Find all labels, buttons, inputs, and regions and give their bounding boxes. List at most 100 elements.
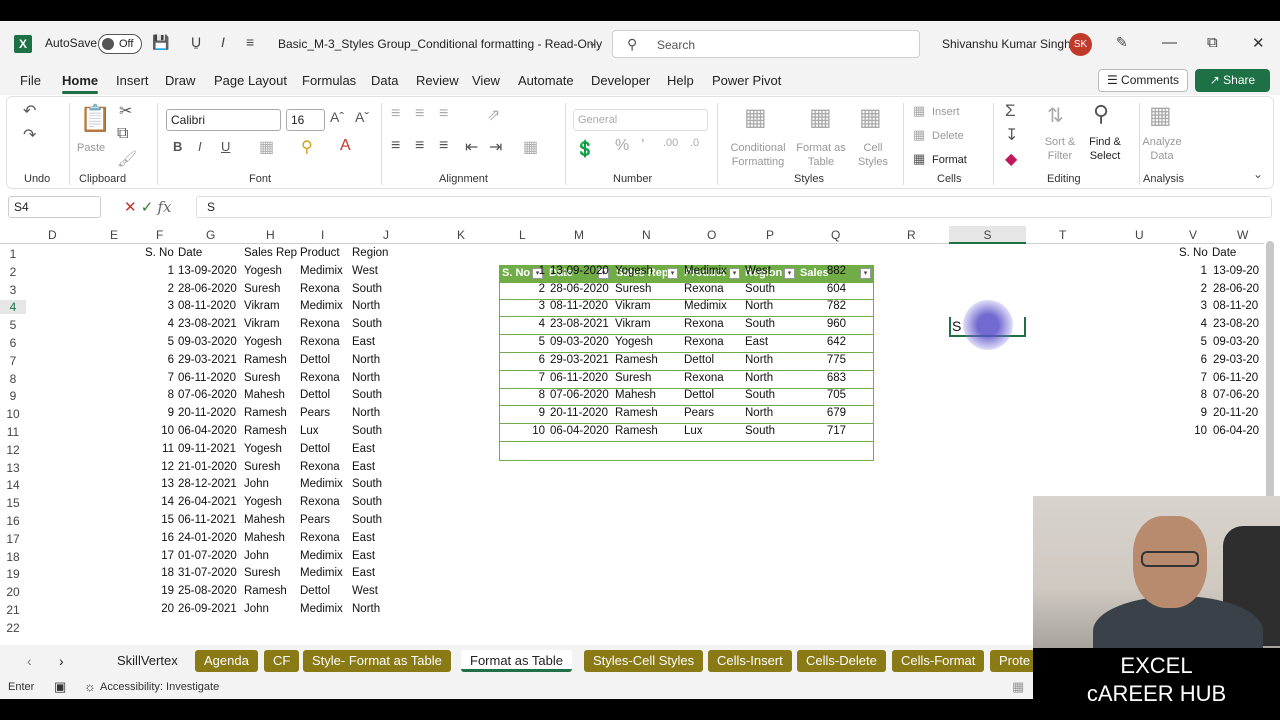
table-cell[interactable]: 7 — [515, 372, 545, 384]
sort-filter-icon[interactable]: ⇅ — [1047, 103, 1064, 128]
column-header[interactable]: I — [321, 228, 324, 242]
format-label[interactable]: Format — [932, 153, 967, 167]
data-cell[interactable]: Suresh — [244, 567, 280, 579]
menu-help[interactable]: Help — [667, 73, 694, 88]
data-cell[interactable]: Rexona — [300, 532, 340, 544]
data-cell[interactable]: South — [352, 496, 382, 508]
collapse-ribbon-icon[interactable]: ⌄ — [1253, 167, 1263, 181]
menu-home[interactable]: Home — [62, 73, 98, 88]
row-header[interactable]: 11 — [0, 425, 26, 439]
data-cell[interactable]: North — [352, 603, 380, 615]
data-cell[interactable]: Medimix — [300, 550, 343, 562]
scroll-tabs-right-icon[interactable]: › — [50, 650, 73, 672]
table-cell[interactable]: Dettol — [684, 354, 714, 366]
menu-review[interactable]: Review — [416, 73, 459, 88]
table-cell[interactable]: South — [745, 318, 775, 330]
data-cell[interactable]: 8 — [150, 389, 174, 401]
table-cell[interactable]: Rexona — [684, 336, 724, 348]
data-cell[interactable]: West — [352, 265, 378, 277]
row-header[interactable]: 12 — [0, 443, 26, 457]
table-cell[interactable]: 683 — [800, 372, 846, 384]
fill-color-icon[interactable]: ⚲ — [301, 137, 313, 157]
data-cell[interactable]: 6 — [150, 354, 174, 366]
data-cell[interactable]: Pears — [300, 407, 330, 419]
data-cell[interactable]: 21-01-2020 — [178, 461, 237, 473]
data-cell[interactable]: Lux — [300, 425, 319, 437]
data-cell[interactable]: 9 — [1180, 407, 1207, 419]
row-header[interactable]: 15 — [0, 496, 26, 510]
table-cell[interactable]: 5 — [515, 336, 545, 348]
menu-power-pivot[interactable]: Power Pivot — [712, 73, 781, 88]
data-cell[interactable]: West — [352, 585, 378, 597]
table-cell[interactable]: 2 — [515, 283, 545, 295]
column-label[interactable]: Product — [300, 247, 340, 259]
menu-page-layout[interactable]: Page Layout — [214, 73, 287, 88]
table-cell[interactable]: Suresh — [615, 283, 651, 295]
data-cell[interactable]: Medimix — [300, 478, 343, 490]
data-cell[interactable]: Yogesh — [244, 443, 282, 455]
table-cell[interactable]: 23-08-2021 — [550, 318, 609, 330]
data-cell[interactable]: East — [352, 532, 375, 544]
italic-ribbon-icon[interactable]: I — [198, 139, 202, 154]
table-cell[interactable]: North — [745, 372, 773, 384]
font-size-select[interactable]: 16 — [286, 109, 325, 131]
underline-ribbon-icon[interactable]: U — [221, 139, 230, 154]
row-header[interactable]: 20 — [0, 585, 26, 599]
table-cell[interactable]: Dettol — [684, 389, 714, 401]
analyze-data-label[interactable]: Analyze Data — [1141, 135, 1183, 163]
analyze-data-icon[interactable]: ▦ — [1149, 101, 1172, 130]
column-header[interactable]: F — [156, 228, 163, 242]
table-cell[interactable]: 08-11-2020 — [550, 300, 608, 312]
data-cell[interactable]: Ramesh — [244, 585, 287, 597]
data-cell[interactable]: Rexona — [300, 372, 340, 384]
redo-icon[interactable]: ↷ — [23, 125, 36, 145]
search-box[interactable]: ⚲ Search — [612, 30, 920, 58]
data-cell[interactable]: 13-09-2020 — [178, 265, 237, 277]
fill-icon[interactable]: ↧ — [1005, 125, 1018, 145]
data-cell[interactable]: 2 — [1180, 283, 1207, 295]
data-cell[interactable]: 13 — [150, 478, 174, 490]
accessibility-icon[interactable]: ☼ — [84, 679, 96, 694]
data-cell[interactable]: 7 — [1180, 372, 1207, 384]
bold-icon[interactable]: B — [173, 139, 182, 154]
increase-font-icon[interactable]: Aˆ — [330, 109, 344, 125]
chevron-down-icon[interactable]: ⌄ — [588, 36, 597, 49]
data-cell[interactable]: Rexona — [300, 318, 340, 330]
data-cell[interactable]: South — [352, 478, 382, 490]
column-header[interactable]: W — [1237, 228, 1248, 242]
sheet-tab[interactable]: Agenda — [195, 650, 258, 672]
table-cell[interactable]: 4 — [515, 318, 545, 330]
delete-label[interactable]: Delete — [932, 129, 964, 143]
table-cell[interactable]: 07-06-2020 — [550, 389, 609, 401]
underline-icon[interactable]: U̱ — [191, 34, 201, 50]
column-header[interactable]: T — [1059, 228, 1066, 242]
data-cell[interactable]: 20-11-20 — [1213, 407, 1258, 419]
data-cell[interactable]: 13-09-20 — [1213, 265, 1259, 277]
data-cell[interactable]: South — [352, 425, 382, 437]
menu-view[interactable]: View — [472, 73, 500, 88]
normal-view-icon[interactable]: ▦ — [1012, 679, 1024, 695]
data-cell[interactable]: 15 — [150, 514, 174, 526]
data-cell[interactable]: Dettol — [300, 389, 330, 401]
data-cell[interactable]: 3 — [1180, 300, 1207, 312]
data-cell[interactable]: 7 — [150, 372, 174, 384]
table-cell[interactable]: Ramesh — [615, 354, 658, 366]
table-cell[interactable]: 13-09-2020 — [550, 265, 609, 277]
table-cell[interactable]: Yogesh — [615, 336, 653, 348]
table-cell[interactable]: 09-03-2020 — [550, 336, 609, 348]
data-cell[interactable]: 09-03-20 — [1213, 336, 1259, 348]
sheet-tab[interactable]: Cells-Insert — [708, 650, 792, 672]
data-cell[interactable]: Suresh — [244, 283, 280, 295]
row-header[interactable]: 7 — [0, 354, 26, 368]
table-cell[interactable]: Yogesh — [615, 265, 653, 277]
data-cell[interactable]: 20-11-2020 — [178, 407, 236, 419]
table-cell[interactable]: 1 — [515, 265, 545, 277]
align-bottom-icon[interactable]: ≡ — [439, 105, 448, 123]
data-cell[interactable]: 4 — [150, 318, 174, 330]
vertical-scrollbar[interactable] — [1266, 241, 1274, 516]
data-cell[interactable]: North — [352, 407, 380, 419]
format-painter-icon[interactable]: 🖌 — [117, 149, 137, 169]
data-cell[interactable]: 08-11-20 — [1213, 300, 1258, 312]
table-cell[interactable]: 3 — [515, 300, 545, 312]
data-cell[interactable]: South — [352, 389, 382, 401]
